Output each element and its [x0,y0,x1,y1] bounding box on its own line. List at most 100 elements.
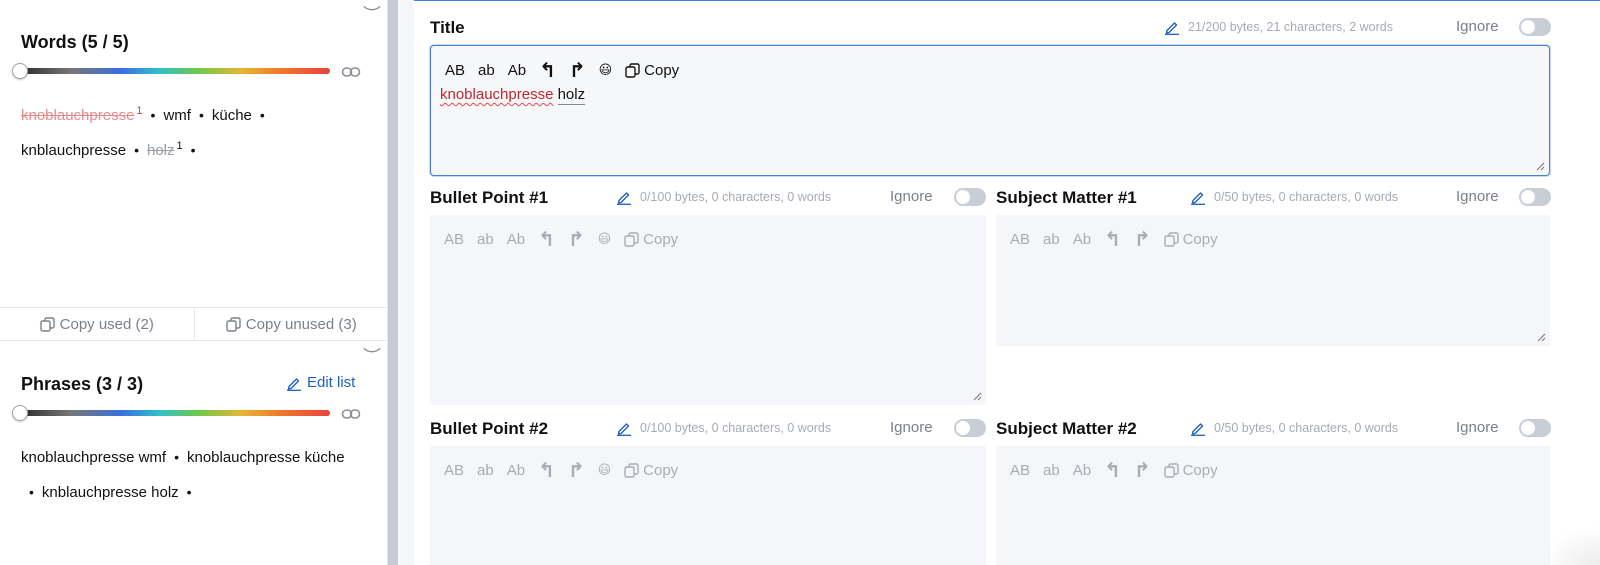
lowercase-button[interactable]: ab [477,460,494,480]
copy-button[interactable]: Copy [1163,229,1218,249]
word-item[interactable]: knoblauchpresse 1 [21,106,143,125]
subject-1-editor[interactable]: AB ab Ab ↰ ↱ Copy [996,215,1550,346]
copy-unused-button[interactable]: Copy unused (3) [193,308,389,340]
uppercase-button[interactable]: AB [1010,460,1030,480]
words-slider-thumb[interactable] [12,63,28,79]
redo-arrow-icon[interactable]: ↱ [569,60,586,82]
copy-button[interactable]: Copy [1163,460,1218,480]
copy-label: Copy [644,61,680,79]
words-priority-slider[interactable] [12,63,330,79]
uppercase-button[interactable]: AB [445,60,465,80]
undo-arrow-icon[interactable]: ↰ [1104,229,1121,251]
lowercase-button[interactable]: ab [477,229,494,249]
pencil-icon[interactable] [616,420,632,436]
bullet-1-editor[interactable]: AB ab Ab ↰ ↱ 😃 Copy [430,215,986,405]
panel-resize-handle[interactable] [388,0,398,565]
undo-arrow-icon[interactable]: ↰ [538,460,555,482]
bullet-1-ignore-toggle[interactable] [954,188,986,206]
title-word[interactable]: holz [557,86,586,105]
separator-dot: • [186,484,192,500]
subject-1-stats-text: 0/50 bytes, 0 characters, 0 words [1214,190,1399,204]
capitalize-button[interactable]: Ab [1073,460,1091,480]
resize-handle-icon[interactable] [1535,161,1545,171]
title-ignore-toggle[interactable] [1519,18,1551,36]
subject-2-label: Subject Matter #2 [996,419,1137,438]
subject-1-ignore-toggle[interactable] [1519,188,1551,206]
collapse-words-chevron-icon[interactable]: ︶ [362,6,382,24]
link-icon[interactable] [341,407,361,421]
subject-2-ignore-toggle[interactable] [1519,419,1551,437]
copy-button[interactable]: Copy [624,229,678,249]
lowercase-button[interactable]: ab [478,60,495,80]
title-toolbar: AB ab Ab ↰ ↱ 😃 Copy [445,60,692,82]
subject-2-editor[interactable]: AB ab Ab ↰ ↱ Copy [996,446,1550,565]
undo-arrow-icon[interactable]: ↰ [538,229,555,251]
capitalize-button[interactable]: Ab [508,60,526,80]
phrases-priority-slider[interactable] [12,405,330,421]
redo-arrow-icon[interactable]: ↱ [1134,460,1151,482]
edit-list-label: Edit list [307,374,356,391]
toggle-knob [956,421,970,435]
separator-dot: • [150,107,156,123]
resize-handle-icon[interactable] [972,391,982,401]
collapse-phrases-chevron-icon[interactable]: ︶ [362,348,382,366]
redo-arrow-icon[interactable]: ↱ [1134,229,1151,251]
copy-button[interactable]: Copy [624,460,678,480]
uppercase-button[interactable]: AB [1010,229,1030,249]
pencil-icon[interactable] [1190,189,1206,205]
misspelled-word[interactable]: knoblauchpresse [440,86,553,103]
pencil-icon[interactable] [1164,19,1180,35]
capitalize-button[interactable]: Ab [507,460,525,480]
bullet-2-stats-text: 0/100 bytes, 0 characters, 0 words [640,421,832,435]
title-ignore-label: Ignore [1456,18,1499,35]
bullet-1-ignore-label: Ignore [890,188,933,205]
subject-2-stats-text: 0/50 bytes, 0 characters, 0 words [1214,421,1399,435]
copy-icon [624,462,639,478]
bullet-2-label: Bullet Point #2 [430,419,549,438]
redo-arrow-icon[interactable]: ↱ [568,229,585,251]
word-item[interactable]: wmf [163,107,191,124]
phrase-item[interactable]: knblauchpresse holz [42,484,179,501]
lowercase-button[interactable]: ab [1043,229,1060,249]
bullet-2-stats: 0/100 bytes, 0 characters, 0 words [616,420,831,436]
resize-handle-icon[interactable] [1536,332,1546,342]
redo-arrow-icon[interactable]: ↱ [568,460,585,482]
word-item[interactable]: küche [212,107,252,124]
phrase-item[interactable]: knoblauchpresse küche [187,449,345,466]
uppercase-button[interactable]: AB [444,229,464,249]
subject-1-stats: 0/50 bytes, 0 characters, 0 words [1190,189,1398,205]
capitalize-button[interactable]: Ab [1073,229,1091,249]
word-item[interactable]: holz 1 [147,141,183,160]
copy-icon [226,316,241,332]
emoji-icon[interactable]: 😃 [598,229,612,249]
bullet-1-stats-text: 0/100 bytes, 0 characters, 0 words [640,190,832,204]
separator-dot: • [190,142,196,158]
bullet-2-editor[interactable]: AB ab Ab ↰ ↱ 😃 Copy [430,446,986,565]
bullet-1-label: Bullet Point #1 [430,188,549,207]
link-icon[interactable] [341,65,361,79]
edit-list-link[interactable]: Edit list [286,374,355,391]
pencil-icon[interactable] [1190,420,1206,436]
undo-arrow-icon[interactable]: ↰ [1104,460,1121,482]
emoji-icon[interactable]: 😃 [598,460,612,480]
emoji-icon[interactable]: 😃 [599,60,613,80]
title-editor[interactable]: AB ab Ab ↰ ↱ 😃 Copy knoblauchpresse holz [430,45,1550,176]
copy-label: Copy [643,461,679,479]
capitalize-button[interactable]: Ab [507,229,525,249]
subject-2-stats: 0/50 bytes, 0 characters, 0 words [1190,420,1398,436]
bullet-2-ignore-toggle[interactable] [954,419,986,437]
copy-button[interactable]: Copy [625,60,679,80]
uppercase-button[interactable]: AB [444,460,464,480]
undo-arrow-icon[interactable]: ↰ [539,60,556,82]
phrases-slider-thumb[interactable] [12,405,28,421]
separator-dot: • [198,107,204,123]
lowercase-button[interactable]: ab [1043,460,1060,480]
copy-used-button[interactable]: Copy used (2) [0,308,194,340]
pencil-icon[interactable] [616,189,632,205]
toggle-knob [1521,190,1535,204]
phrase-item[interactable]: knoblauchpresse wmf [21,449,166,466]
panel-gap [398,0,414,565]
title-value[interactable]: knoblauchpresse holz [440,86,586,105]
pencil-icon [287,377,301,391]
word-item[interactable]: knblauchpresse [21,142,126,159]
